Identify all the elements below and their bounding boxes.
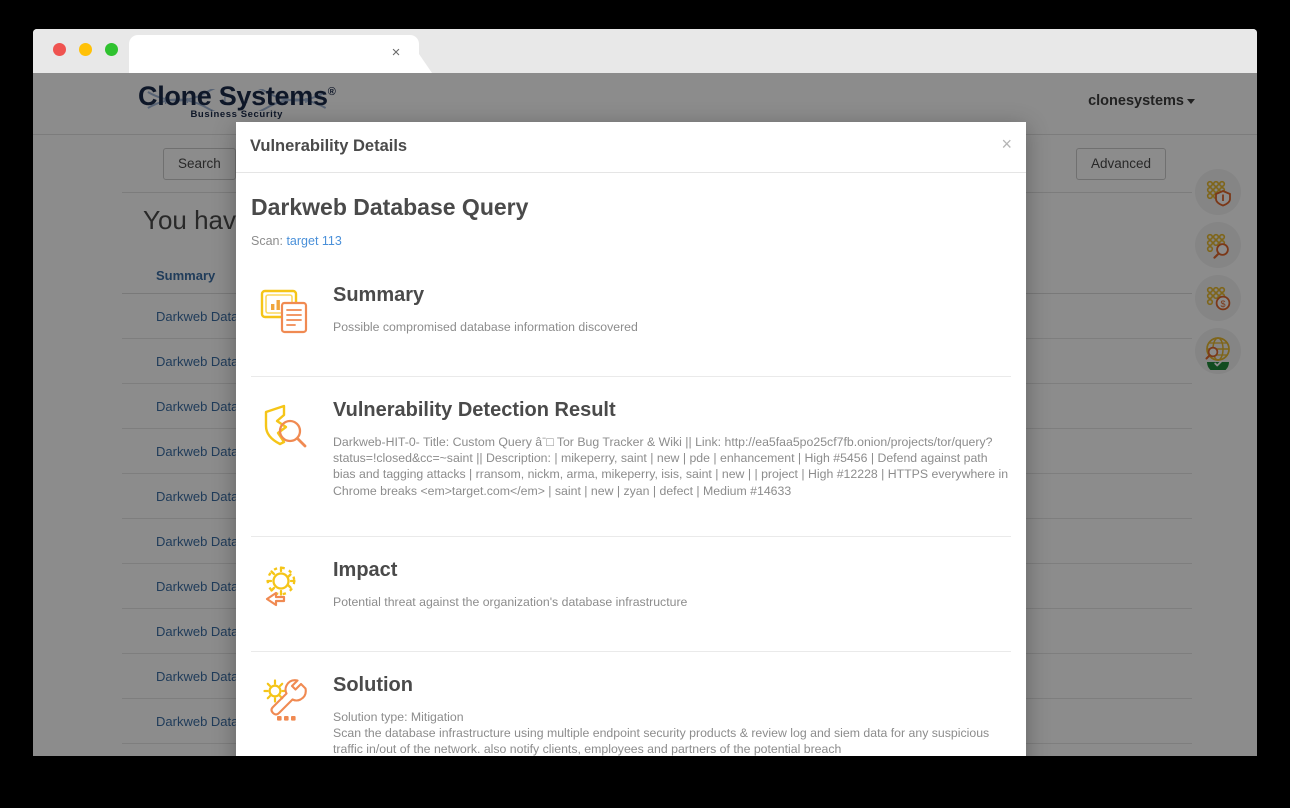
modal-body: Darkweb Database Query Scan: target 113 xyxy=(236,173,1026,756)
detection-result-body: Vulnerability Detection Result Darkweb-H… xyxy=(333,399,1011,499)
browser-tab-bar: × xyxy=(33,29,1257,73)
browser-window: × Clone Systems® Business Security clone… xyxy=(33,29,1257,756)
vulnerability-name: Darkweb Database Query xyxy=(251,194,529,220)
summary-heading: Summary xyxy=(333,284,425,306)
solution-type: Solution type: Mitigation xyxy=(333,709,464,724)
close-window-button[interactable] xyxy=(53,43,66,56)
impact-body: Impact Potential threat against the orga… xyxy=(333,559,1011,614)
browser-tab[interactable]: × xyxy=(129,35,419,73)
section-detection-result: Vulnerability Detection Result Darkweb-H… xyxy=(251,376,1011,518)
impact-text: Potential threat against the organizatio… xyxy=(333,594,688,609)
section-summary: Summary Possible compromised database in… xyxy=(251,262,1011,358)
scan-target-link[interactable]: target 113 xyxy=(286,234,341,248)
vulnerability-details-modal: Vulnerability Details × Darkweb Database… xyxy=(236,122,1026,756)
screenshot-root: × Clone Systems® Business Security clone… xyxy=(0,0,1290,808)
solution-text: Scan the database infrastructure using m… xyxy=(333,726,990,756)
window-controls xyxy=(53,43,118,56)
close-icon[interactable]: × xyxy=(387,44,405,62)
broken-shield-magnifier-icon xyxy=(260,399,314,499)
modal-header: Vulnerability Details × xyxy=(236,122,1026,173)
solution-body: Solution Solution type: Mitigation Scan … xyxy=(333,674,1011,756)
gear-arrow-icon xyxy=(260,559,314,614)
section-impact: Impact Potential threat against the orga… xyxy=(251,535,1011,633)
summary-body: Summary Possible compromised database in… xyxy=(333,284,1011,339)
maximize-window-button[interactable] xyxy=(105,43,118,56)
gear-wrench-icon xyxy=(260,674,314,756)
section-solution: Solution Solution type: Mitigation Scan … xyxy=(251,650,1011,756)
close-icon[interactable]: × xyxy=(1001,135,1012,153)
impact-heading: Impact xyxy=(333,558,398,581)
detection-result-heading: Vulnerability Detection Result xyxy=(333,399,616,421)
summary-report-icon xyxy=(260,284,314,339)
page-viewport: Clone Systems® Business Security clonesy… xyxy=(33,73,1257,756)
solution-heading: Solution xyxy=(333,673,413,696)
summary-text: Possible compromised database informatio… xyxy=(333,320,638,334)
minimize-window-button[interactable] xyxy=(79,43,92,56)
modal-title: Vulnerability Details xyxy=(250,137,408,155)
scan-prefix: Scan: xyxy=(251,234,283,248)
scan-reference: Scan: target 113 xyxy=(251,234,1011,248)
device-frame: × Clone Systems® Business Security clone… xyxy=(0,0,1290,808)
detection-result-text: Darkweb-HIT-0- Title: Custom Query âˉ□ T… xyxy=(333,435,1009,498)
